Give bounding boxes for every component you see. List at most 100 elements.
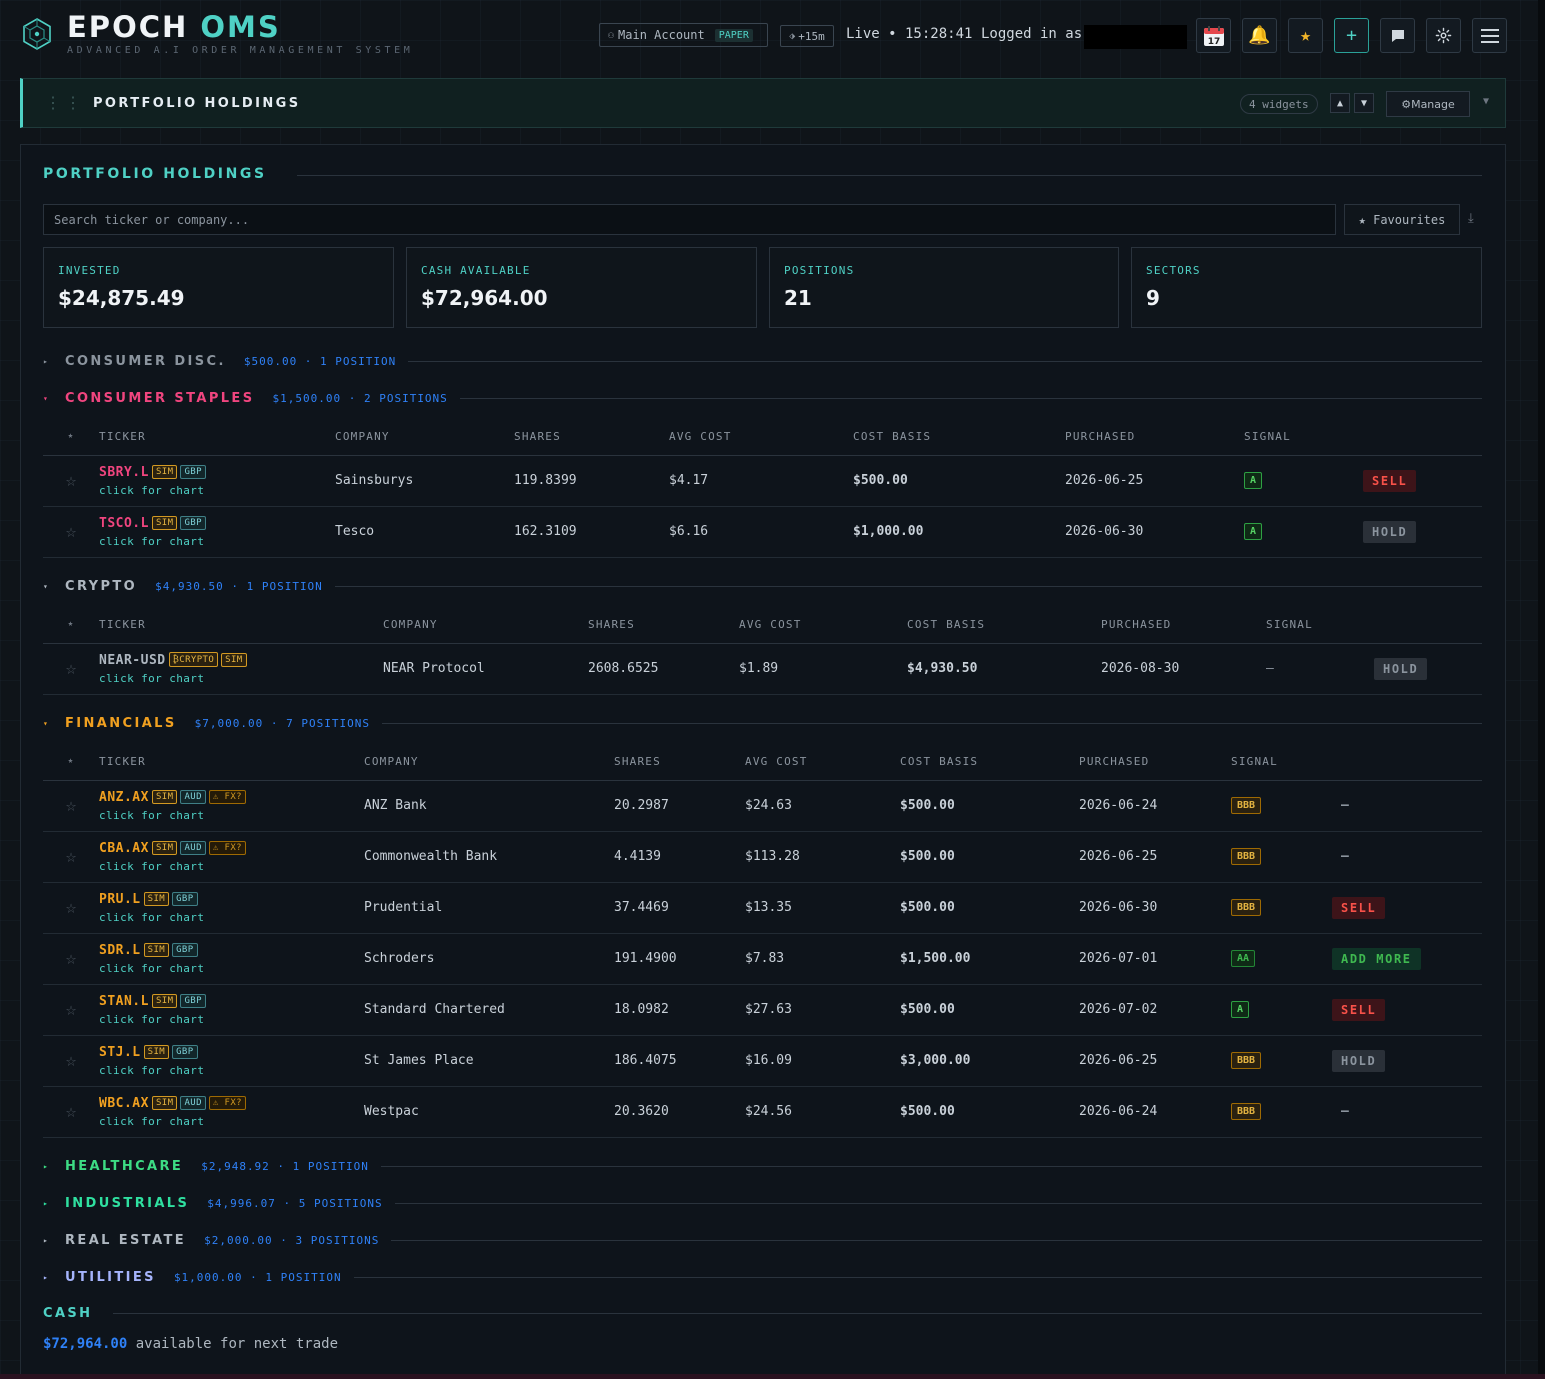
holdings-table-financials: ★ TICKER COMPANY SHARES AVG COST COST BASIS PU… bbox=[43, 743, 1482, 1138]
sector-utilities[interactable]: ▸ UTILITIES $1,000.00 · 1 POSITION bbox=[43, 1266, 1482, 1288]
favourite-star-icon[interactable]: ☆ bbox=[43, 1086, 99, 1138]
ticker-cell[interactable]: ANZ.AX SIM AUD ⚠ FX? click for chart bbox=[99, 780, 364, 832]
ticker-cell[interactable]: SDR.L SIM GBP click for chart bbox=[99, 933, 364, 985]
chart-link[interactable]: click for chart bbox=[99, 484, 335, 497]
move-down-button[interactable]: ▼ bbox=[1354, 93, 1374, 113]
sector-healthcare[interactable]: ▸ HEALTHCARE $2,948.92 · 1 POSITION bbox=[43, 1155, 1482, 1177]
table-row[interactable]: ☆ CBA.AX SIM AUD ⚠ FX? click for chart Commonw… bbox=[43, 831, 1482, 883]
table-row[interactable]: ☆ NEAR-USD ₿CRYPTO SIM click for chart NEAR P… bbox=[43, 643, 1482, 695]
chart-link[interactable]: click for chart bbox=[99, 809, 364, 822]
sector-financials[interactable]: ▾ FINANCIALS $7,000.00 · 7 POSITIONS bbox=[43, 712, 1482, 734]
favourite-star-icon[interactable]: ☆ bbox=[43, 506, 99, 558]
shares-cell: 191.4900 bbox=[614, 933, 745, 985]
table-row[interactable]: ☆ SBRY.L SIM GBP click for chart Sainsburys 11… bbox=[43, 455, 1482, 507]
favourite-star-icon[interactable]: ☆ bbox=[43, 984, 99, 1036]
column-header-cost-basis[interactable]: COST BASIS bbox=[907, 606, 1101, 644]
table-row[interactable]: ☆ TSCO.L SIM GBP click for chart Tesco 162.310… bbox=[43, 506, 1482, 558]
column-header-signal[interactable]: SIGNAL bbox=[1231, 743, 1332, 781]
favourite-star-icon[interactable]: ☆ bbox=[43, 455, 99, 507]
menu-button[interactable] bbox=[1472, 18, 1507, 53]
column-header-company[interactable]: COMPANY bbox=[335, 418, 514, 456]
column-header-avg-cost[interactable]: AVG COST bbox=[739, 606, 907, 644]
ticker-badge: AUD bbox=[180, 840, 206, 855]
drag-handle-icon[interactable]: ⋮⋮ bbox=[45, 93, 85, 112]
manage-widgets-button[interactable]: ⚙Manage bbox=[1386, 91, 1470, 117]
column-header-company[interactable]: COMPANY bbox=[383, 606, 588, 644]
ticker-cell[interactable]: WBC.AX SIM AUD ⚠ FX? click for chart bbox=[99, 1086, 364, 1138]
table-row[interactable]: ☆ STAN.L SIM GBP click for chart Standard Cha… bbox=[43, 984, 1482, 1036]
collapse-widget-icon[interactable]: ▼ bbox=[1483, 96, 1489, 107]
column-header-ticker[interactable]: TICKER bbox=[99, 418, 335, 456]
sector-real-estate[interactable]: ▸ REAL ESTATE $2,000.00 · 3 POSITIONS bbox=[43, 1229, 1482, 1251]
chart-link[interactable]: click for chart bbox=[99, 962, 364, 975]
download-icon[interactable]: ⤓ bbox=[1468, 211, 1474, 226]
column-header-purchased[interactable]: PURCHASED bbox=[1079, 743, 1231, 781]
column-header-purchased[interactable]: PURCHASED bbox=[1065, 418, 1244, 456]
ticker-cell[interactable]: PRU.L SIM GBP click for chart bbox=[99, 882, 364, 934]
ticker-cell[interactable]: NEAR-USD ₿CRYPTO SIM click for chart bbox=[99, 643, 383, 695]
add-widget-button[interactable]: + bbox=[1334, 18, 1369, 53]
column-header-avg-cost[interactable]: AVG COST bbox=[669, 418, 853, 456]
chat-button[interactable] bbox=[1380, 18, 1415, 53]
table-row[interactable]: ☆ ANZ.AX SIM AUD ⚠ FX? click for chart ANZ Ban… bbox=[43, 780, 1482, 832]
chart-link[interactable]: click for chart bbox=[99, 535, 335, 548]
calendar-button[interactable]: 17 bbox=[1196, 18, 1231, 53]
chart-link[interactable]: click for chart bbox=[99, 911, 364, 924]
chart-link[interactable]: click for chart bbox=[99, 1064, 364, 1077]
column-header-star[interactable]: ★ bbox=[43, 606, 99, 644]
column-header-shares[interactable]: SHARES bbox=[614, 743, 745, 781]
ticker-cell[interactable]: CBA.AX SIM AUD ⚠ FX? click for chart bbox=[99, 831, 364, 883]
sector-consumer-disc[interactable]: ▸ CONSUMER DISC. $500.00 · 1 POSITION bbox=[43, 350, 1482, 372]
table-row[interactable]: ☆ WBC.AX SIM AUD ⚠ FX? click for chart Westpac… bbox=[43, 1086, 1482, 1138]
table-row[interactable]: ☆ SDR.L SIM GBP click for chart Schroders 191.… bbox=[43, 933, 1482, 985]
chart-link[interactable]: click for chart bbox=[99, 1115, 364, 1128]
search-input[interactable] bbox=[43, 204, 1336, 235]
notifications-button[interactable]: 🔔 bbox=[1242, 18, 1277, 53]
favourite-star-icon[interactable]: ☆ bbox=[43, 780, 99, 832]
table-row[interactable]: ☆ PRU.L SIM GBP click for chart Prudential 37.… bbox=[43, 882, 1482, 934]
sector-summary: $500.00 · 1 POSITION bbox=[243, 354, 397, 368]
avg-cost-cell: $24.56 bbox=[745, 1086, 900, 1138]
favourite-star-icon[interactable]: ☆ bbox=[43, 933, 99, 985]
expand-caret-icon: ▾ bbox=[43, 718, 48, 728]
settings-button[interactable] bbox=[1426, 18, 1461, 53]
column-header-company[interactable]: COMPANY bbox=[364, 743, 614, 781]
column-header-cost-basis[interactable]: COST BASIS bbox=[900, 743, 1079, 781]
move-up-button[interactable]: ▲ bbox=[1330, 93, 1350, 113]
favourite-star-icon[interactable]: ☆ bbox=[43, 882, 99, 934]
column-header-shares[interactable]: SHARES bbox=[588, 606, 739, 644]
sector-consumer-staples[interactable]: ▾ CONSUMER STAPLES $1,500.00 · 2 POSITIO… bbox=[43, 387, 1482, 409]
column-header-star[interactable]: ★ bbox=[43, 743, 99, 781]
chart-link[interactable]: click for chart bbox=[99, 860, 364, 873]
sector-industrials[interactable]: ▸ INDUSTRIALS $4,996.07 · 5 POSITIONS bbox=[43, 1192, 1482, 1214]
signal-cell: SELL bbox=[1332, 882, 1482, 934]
favourites-filter-button[interactable]: ★ Favourites bbox=[1344, 204, 1460, 235]
ticker-cell[interactable]: STJ.L SIM GBP click for chart bbox=[99, 1035, 364, 1087]
ticker-badge: SIM bbox=[221, 653, 247, 667]
ticker-cell[interactable]: TSCO.L SIM GBP click for chart bbox=[99, 506, 335, 558]
rating-badge: – bbox=[1266, 661, 1274, 676]
column-header-star[interactable]: ★ bbox=[43, 418, 99, 456]
column-header-signal[interactable]: SIGNAL bbox=[1244, 418, 1363, 456]
account-selector[interactable]: ⚇ Main Account PAPER bbox=[599, 23, 768, 47]
favourite-star-icon[interactable]: ☆ bbox=[43, 1035, 99, 1087]
signal-cell: HOLD bbox=[1332, 1035, 1482, 1087]
column-header-cost-basis[interactable]: COST BASIS bbox=[853, 418, 1065, 456]
column-header-ticker[interactable]: TICKER bbox=[99, 743, 364, 781]
column-header-purchased[interactable]: PURCHASED bbox=[1101, 606, 1266, 644]
chart-link[interactable]: click for chart bbox=[99, 672, 383, 685]
ticker-cell[interactable]: STAN.L SIM GBP click for chart bbox=[99, 984, 364, 1036]
stat-cash-available: CASH AVAILABLE $72,964.00 bbox=[406, 247, 757, 328]
column-header-signal[interactable]: SIGNAL bbox=[1266, 606, 1374, 644]
favourite-star-icon[interactable]: ☆ bbox=[43, 831, 99, 883]
favourites-button[interactable]: ★ bbox=[1288, 18, 1323, 53]
favourite-star-icon[interactable]: ☆ bbox=[43, 643, 99, 695]
rating-cell: BBB bbox=[1231, 831, 1332, 883]
column-header-avg-cost[interactable]: AVG COST bbox=[745, 743, 900, 781]
ticker-cell[interactable]: SBRY.L SIM GBP click for chart bbox=[99, 455, 335, 507]
table-row[interactable]: ☆ STJ.L SIM GBP click for chart St James Plac… bbox=[43, 1035, 1482, 1087]
column-header-ticker[interactable]: TICKER bbox=[99, 606, 383, 644]
chart-link[interactable]: click for chart bbox=[99, 1013, 364, 1026]
column-header-shares[interactable]: SHARES bbox=[514, 418, 669, 456]
sector-crypto[interactable]: ▾ CRYPTO $4,930.50 · 1 POSITION bbox=[43, 575, 1482, 597]
